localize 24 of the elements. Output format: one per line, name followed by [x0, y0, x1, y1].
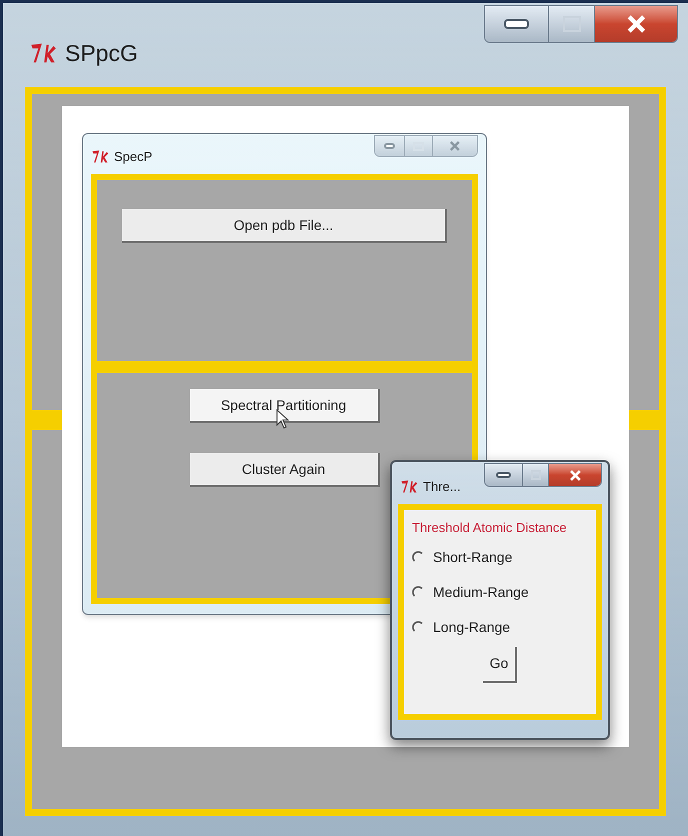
radio-button[interactable] — [412, 620, 425, 634]
option-label: Medium-Range — [433, 582, 529, 602]
divider-bar — [629, 410, 659, 430]
minimize-button[interactable] — [485, 464, 523, 486]
close-button[interactable] — [595, 6, 677, 42]
go-button[interactable]: Go — [483, 646, 517, 682]
minimize-button[interactable] — [485, 6, 549, 42]
group-heading: Threshold Atomic Distance — [412, 519, 568, 537]
option-label: Long-Range — [433, 618, 510, 637]
radio-button[interactable] — [412, 550, 425, 564]
option-label: Short-Range — [433, 548, 512, 567]
radio-button[interactable] — [412, 586, 425, 598]
feather-icon — [400, 479, 418, 494]
action-button[interactable]: Cluster Again — [190, 453, 380, 487]
close-button[interactable] — [549, 464, 601, 486]
feather-icon — [29, 41, 57, 66]
action-button[interactable]: Open pdb File... — [122, 209, 447, 243]
maximize-button[interactable] — [549, 6, 595, 42]
feather-icon — [91, 149, 109, 164]
maximize-button[interactable] — [523, 464, 549, 486]
divider-bar — [32, 410, 62, 430]
window-title: Thre... — [423, 478, 461, 496]
window-title: SPpcG — [65, 39, 138, 68]
window-title: SpecP — [114, 148, 152, 166]
